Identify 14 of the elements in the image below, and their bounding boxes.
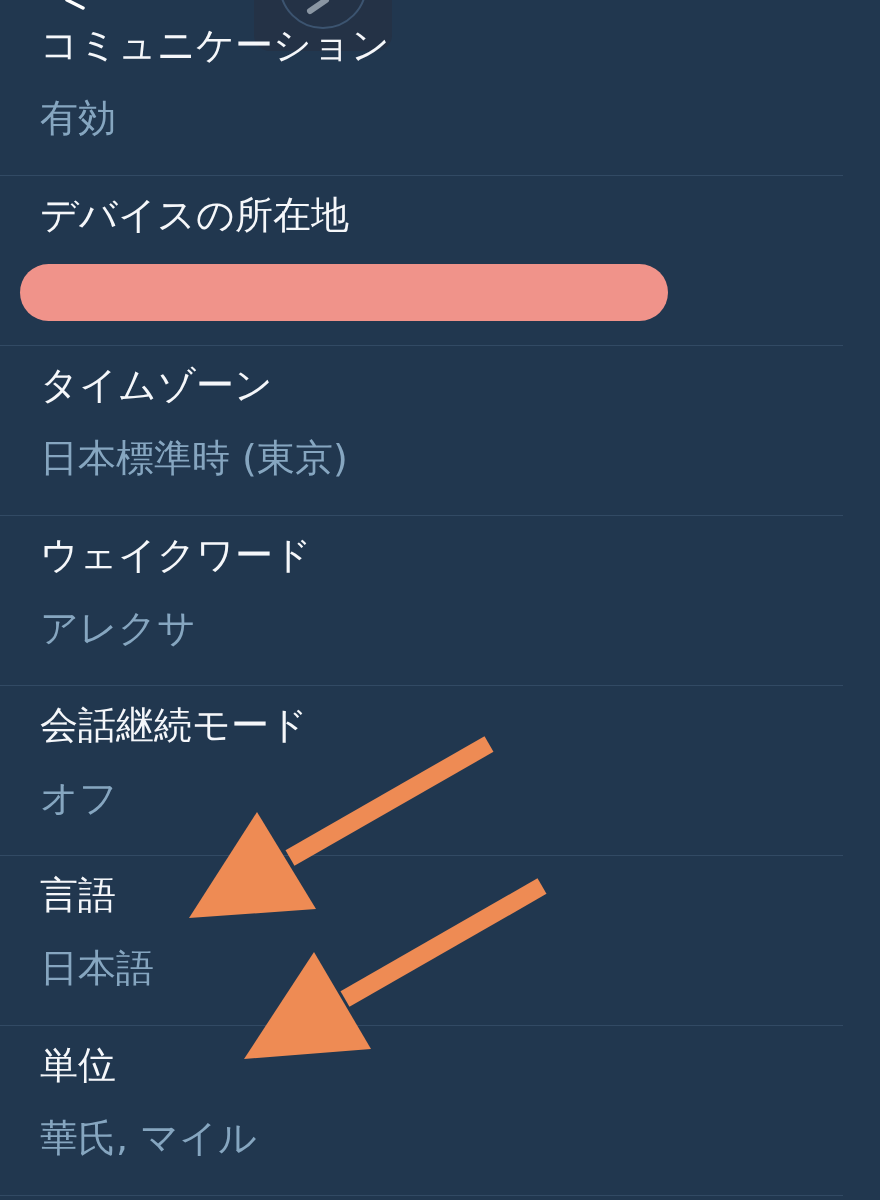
setting-value: 日本標準時 (東京) bbox=[40, 435, 348, 481]
back-chevron-icon[interactable] bbox=[64, 0, 86, 10]
setting-value: 有効 bbox=[40, 95, 116, 141]
setting-label[interactable]: ウェイクワード bbox=[40, 532, 312, 578]
setting-label[interactable]: タイムゾーン bbox=[40, 362, 273, 408]
setting-value: アレクサ bbox=[40, 605, 196, 651]
setting-label[interactable]: 単位 bbox=[40, 1042, 116, 1088]
setting-label[interactable]: コミュニケーション bbox=[40, 22, 390, 68]
setting-value: 日本語 bbox=[40, 945, 154, 991]
setting-value: 華氏, マイル bbox=[40, 1115, 258, 1161]
setting-label[interactable]: 言語 bbox=[40, 872, 116, 918]
setting-value: オフ bbox=[40, 775, 118, 821]
setting-label[interactable]: デバイスの所在地 bbox=[40, 192, 349, 238]
setting-label[interactable]: 会話継続モード bbox=[40, 702, 308, 748]
